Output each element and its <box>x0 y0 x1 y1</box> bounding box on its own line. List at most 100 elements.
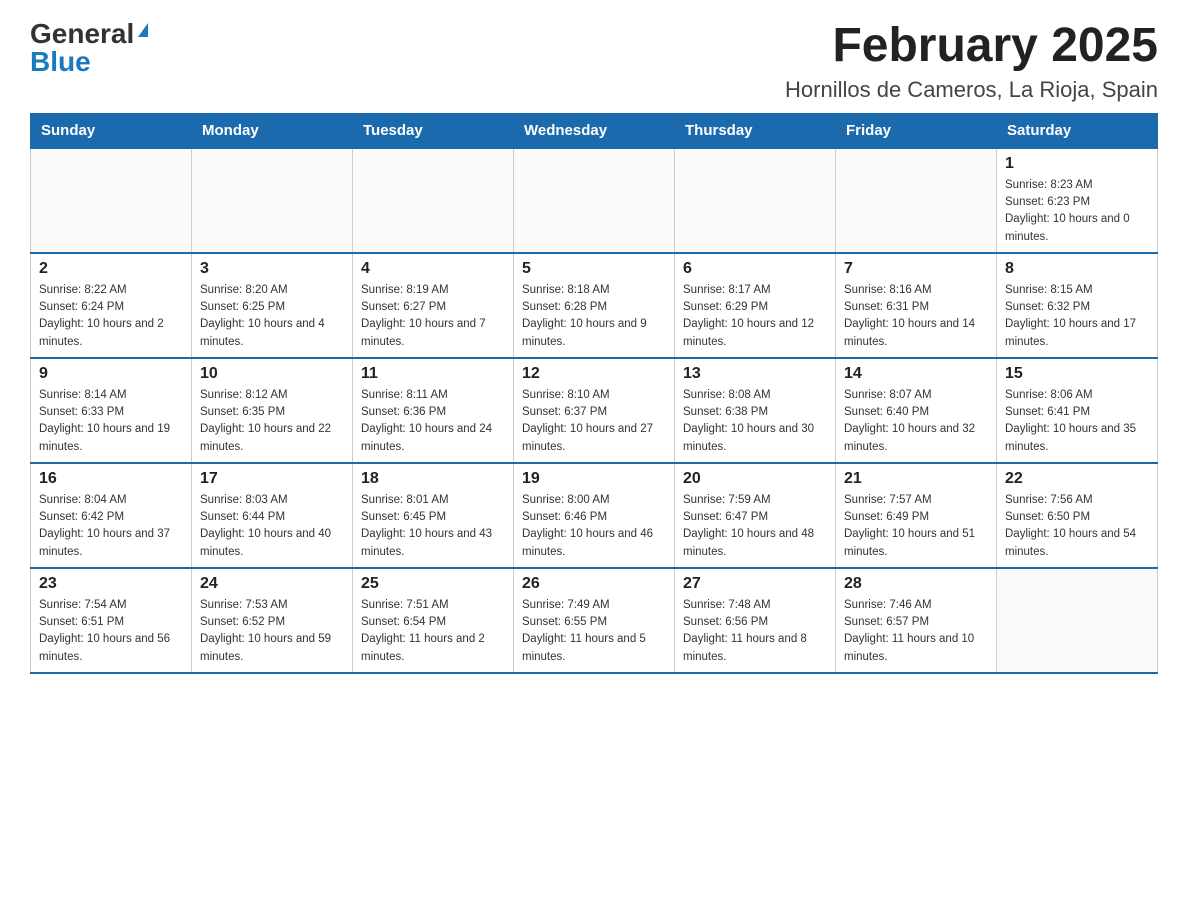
day-info: Sunrise: 8:19 AM Sunset: 6:27 PM Dayligh… <box>361 282 505 351</box>
calendar-cell: 2 Sunrise: 8:22 AM Sunset: 6:24 PM Daylig… <box>31 253 192 358</box>
day-number: 28 <box>844 575 988 593</box>
calendar-cell: 18Sunrise: 8:01 AM Sunset: 6:45 PM Dayli… <box>353 463 514 568</box>
weekday-header-wednesday: Wednesday <box>514 113 675 148</box>
calendar: SundayMondayTuesdayWednesdayThursdayFrid… <box>30 113 1158 674</box>
day-info: Sunrise: 7:46 AM Sunset: 6:57 PM Dayligh… <box>844 597 988 666</box>
day-info: Sunrise: 8:11 AM Sunset: 6:36 PM Dayligh… <box>361 387 505 456</box>
day-info: Sunrise: 7:56 AM Sunset: 6:50 PM Dayligh… <box>1005 492 1149 561</box>
calendar-week-row: 2 Sunrise: 8:22 AM Sunset: 6:24 PM Daylig… <box>31 253 1158 358</box>
calendar-header-row: SundayMondayTuesdayWednesdayThursdayFrid… <box>31 113 1158 148</box>
day-number: 5 <box>522 260 666 278</box>
day-info: Sunrise: 7:53 AM Sunset: 6:52 PM Dayligh… <box>200 597 344 666</box>
logo: General Blue <box>30 20 148 76</box>
weekday-header-monday: Monday <box>192 113 353 148</box>
day-number: 11 <box>361 365 505 383</box>
calendar-cell: 12 Sunrise: 8:10 AM Sunset: 6:37 PM Dayli… <box>514 358 675 463</box>
day-info: Sunrise: 8:01 AM Sunset: 6:45 PM Dayligh… <box>361 492 505 561</box>
calendar-cell <box>31 148 192 253</box>
day-info: Sunrise: 8:15 AM Sunset: 6:32 PM Dayligh… <box>1005 282 1149 351</box>
calendar-week-row: 16 Sunrise: 8:04 AM Sunset: 6:42 PM Dayli… <box>31 463 1158 568</box>
day-info: Sunrise: 7:48 AM Sunset: 6:56 PM Dayligh… <box>683 597 827 666</box>
day-info: Sunrise: 8:14 AM Sunset: 6:33 PM Dayligh… <box>39 387 183 456</box>
calendar-cell: 25 Sunrise: 7:51 AM Sunset: 6:54 PM Dayli… <box>353 568 514 673</box>
calendar-cell: 7Sunrise: 8:16 AM Sunset: 6:31 PM Daylig… <box>836 253 997 358</box>
day-number: 23 <box>39 575 183 593</box>
calendar-cell: 21 Sunrise: 7:57 AM Sunset: 6:49 PM Dayli… <box>836 463 997 568</box>
logo-triangle-icon <box>138 23 148 37</box>
logo-blue-text: Blue <box>30 48 91 76</box>
day-info: Sunrise: 8:12 AM Sunset: 6:35 PM Dayligh… <box>200 387 344 456</box>
weekday-header-tuesday: Tuesday <box>353 113 514 148</box>
day-number: 8 <box>1005 260 1149 278</box>
title-area: February 2025 Hornillos de Cameros, La R… <box>785 20 1158 103</box>
day-number: 22 <box>1005 470 1149 488</box>
day-info: Sunrise: 8:03 AM Sunset: 6:44 PM Dayligh… <box>200 492 344 561</box>
calendar-cell: 4Sunrise: 8:19 AM Sunset: 6:27 PM Daylig… <box>353 253 514 358</box>
day-info: Sunrise: 8:20 AM Sunset: 6:25 PM Dayligh… <box>200 282 344 351</box>
day-number: 13 <box>683 365 827 383</box>
calendar-cell: 24 Sunrise: 7:53 AM Sunset: 6:52 PM Dayli… <box>192 568 353 673</box>
day-number: 26 <box>522 575 666 593</box>
calendar-cell: 17Sunrise: 8:03 AM Sunset: 6:44 PM Dayli… <box>192 463 353 568</box>
calendar-cell: 20 Sunrise: 7:59 AM Sunset: 6:47 PM Dayli… <box>675 463 836 568</box>
day-info: Sunrise: 8:23 AM Sunset: 6:23 PM Dayligh… <box>1005 177 1149 246</box>
day-number: 27 <box>683 575 827 593</box>
weekday-header-friday: Friday <box>836 113 997 148</box>
day-info: Sunrise: 8:07 AM Sunset: 6:40 PM Dayligh… <box>844 387 988 456</box>
calendar-cell: 26 Sunrise: 7:49 AM Sunset: 6:55 PM Dayli… <box>514 568 675 673</box>
calendar-cell <box>836 148 997 253</box>
calendar-cell: 6 Sunrise: 8:17 AM Sunset: 6:29 PM Daylig… <box>675 253 836 358</box>
day-info: Sunrise: 7:49 AM Sunset: 6:55 PM Dayligh… <box>522 597 666 666</box>
day-info: Sunrise: 7:54 AM Sunset: 6:51 PM Dayligh… <box>39 597 183 666</box>
day-number: 6 <box>683 260 827 278</box>
day-number: 24 <box>200 575 344 593</box>
calendar-week-row: 23 Sunrise: 7:54 AM Sunset: 6:51 PM Dayli… <box>31 568 1158 673</box>
calendar-week-row: 9Sunrise: 8:14 AM Sunset: 6:33 PM Daylig… <box>31 358 1158 463</box>
calendar-cell: 1Sunrise: 8:23 AM Sunset: 6:23 PM Daylig… <box>997 148 1158 253</box>
day-number: 16 <box>39 470 183 488</box>
day-number: 12 <box>522 365 666 383</box>
weekday-header-sunday: Sunday <box>31 113 192 148</box>
calendar-cell: 13Sunrise: 8:08 AM Sunset: 6:38 PM Dayli… <box>675 358 836 463</box>
calendar-cell: 28 Sunrise: 7:46 AM Sunset: 6:57 PM Dayli… <box>836 568 997 673</box>
logo-general-text: General <box>30 20 134 48</box>
day-info: Sunrise: 8:22 AM Sunset: 6:24 PM Dayligh… <box>39 282 183 351</box>
calendar-cell: 5 Sunrise: 8:18 AM Sunset: 6:28 PM Daylig… <box>514 253 675 358</box>
day-info: Sunrise: 8:16 AM Sunset: 6:31 PM Dayligh… <box>844 282 988 351</box>
day-info: Sunrise: 8:04 AM Sunset: 6:42 PM Dayligh… <box>39 492 183 561</box>
day-number: 10 <box>200 365 344 383</box>
calendar-cell: 9Sunrise: 8:14 AM Sunset: 6:33 PM Daylig… <box>31 358 192 463</box>
day-info: Sunrise: 8:00 AM Sunset: 6:46 PM Dayligh… <box>522 492 666 561</box>
calendar-cell <box>997 568 1158 673</box>
day-info: Sunrise: 8:06 AM Sunset: 6:41 PM Dayligh… <box>1005 387 1149 456</box>
day-info: Sunrise: 8:10 AM Sunset: 6:37 PM Dayligh… <box>522 387 666 456</box>
location-title: Hornillos de Cameros, La Rioja, Spain <box>785 77 1158 103</box>
day-number: 2 <box>39 260 183 278</box>
header: General Blue February 2025 Hornillos de … <box>30 20 1158 103</box>
calendar-cell: 8 Sunrise: 8:15 AM Sunset: 6:32 PM Daylig… <box>997 253 1158 358</box>
day-info: Sunrise: 7:51 AM Sunset: 6:54 PM Dayligh… <box>361 597 505 666</box>
month-title: February 2025 <box>785 20 1158 73</box>
day-number: 21 <box>844 470 988 488</box>
calendar-cell: 3 Sunrise: 8:20 AM Sunset: 6:25 PM Daylig… <box>192 253 353 358</box>
day-number: 14 <box>844 365 988 383</box>
calendar-cell: 11 Sunrise: 8:11 AM Sunset: 6:36 PM Dayli… <box>353 358 514 463</box>
day-info: Sunrise: 7:59 AM Sunset: 6:47 PM Dayligh… <box>683 492 827 561</box>
day-info: Sunrise: 7:57 AM Sunset: 6:49 PM Dayligh… <box>844 492 988 561</box>
day-number: 25 <box>361 575 505 593</box>
calendar-cell: 10 Sunrise: 8:12 AM Sunset: 6:35 PM Dayli… <box>192 358 353 463</box>
day-number: 3 <box>200 260 344 278</box>
day-number: 19 <box>522 470 666 488</box>
calendar-cell: 19 Sunrise: 8:00 AM Sunset: 6:46 PM Dayli… <box>514 463 675 568</box>
day-number: 20 <box>683 470 827 488</box>
calendar-cell: 14 Sunrise: 8:07 AM Sunset: 6:40 PM Dayli… <box>836 358 997 463</box>
day-number: 15 <box>1005 365 1149 383</box>
calendar-week-row: 1Sunrise: 8:23 AM Sunset: 6:23 PM Daylig… <box>31 148 1158 253</box>
calendar-cell: 15 Sunrise: 8:06 AM Sunset: 6:41 PM Dayli… <box>997 358 1158 463</box>
calendar-cell <box>514 148 675 253</box>
day-info: Sunrise: 8:17 AM Sunset: 6:29 PM Dayligh… <box>683 282 827 351</box>
calendar-cell <box>353 148 514 253</box>
day-info: Sunrise: 8:18 AM Sunset: 6:28 PM Dayligh… <box>522 282 666 351</box>
calendar-cell: 22 Sunrise: 7:56 AM Sunset: 6:50 PM Dayli… <box>997 463 1158 568</box>
calendar-cell: 27 Sunrise: 7:48 AM Sunset: 6:56 PM Dayli… <box>675 568 836 673</box>
